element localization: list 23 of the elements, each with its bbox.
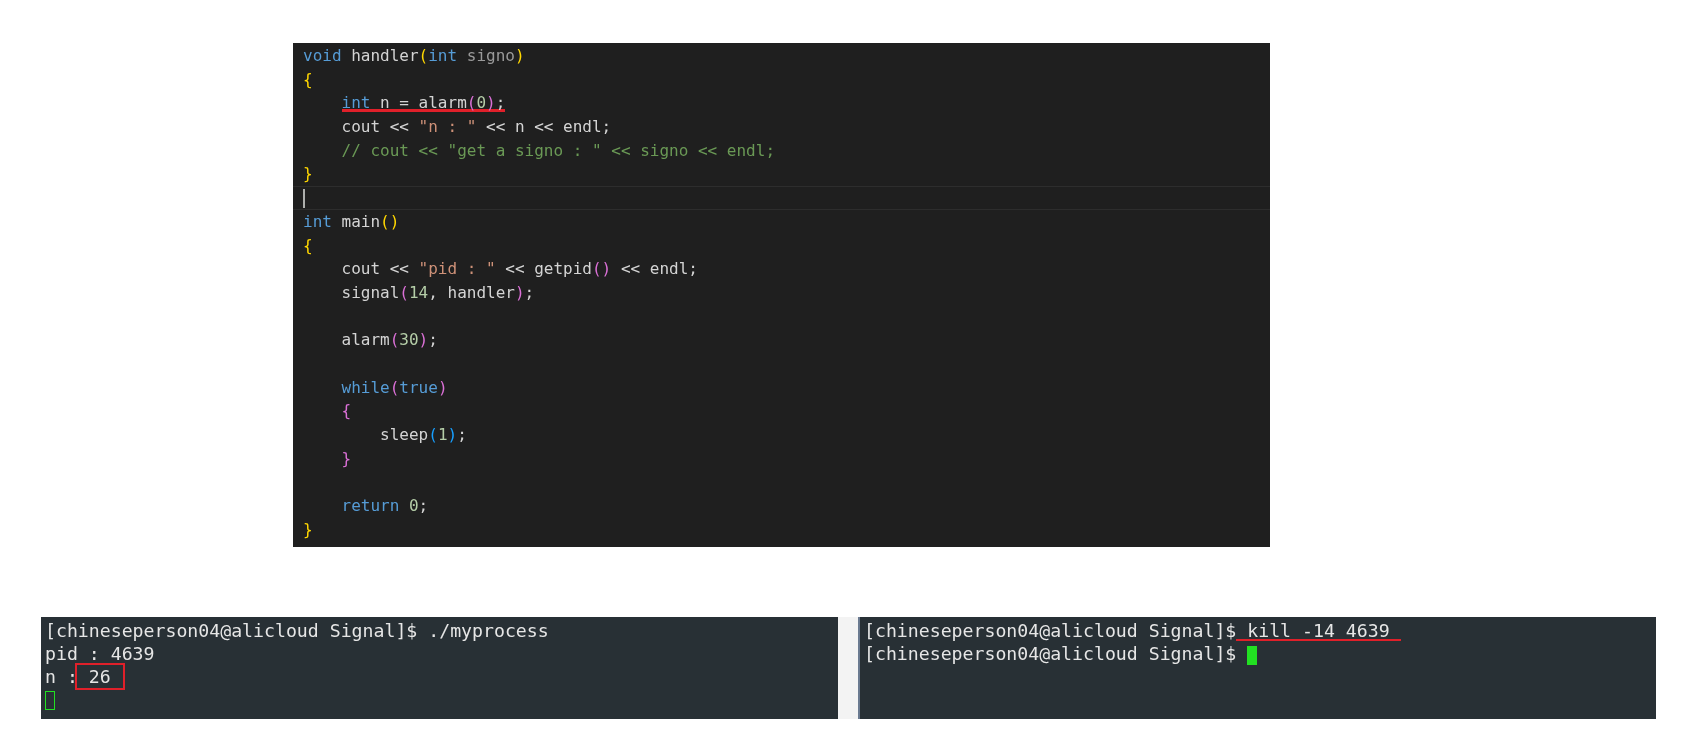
code-line: }: [340, 447, 352, 470]
code-line: sleep(1);: [379, 424, 467, 446]
text-cursor: [303, 189, 305, 209]
code-line: int n = alarm(0);: [340, 92, 506, 115]
code-line: }: [303, 163, 313, 186]
terminal-line: pid : 4639: [45, 643, 156, 666]
code-line: void handler(int signo): [303, 45, 525, 67]
code-line: cout << "n : " << n << endl;: [340, 116, 612, 139]
code-line: // cout << "get a signo : " << signo << endl;: [340, 139, 775, 162]
code-line: cout << "pid : " << getpid() << endl;: [340, 258, 698, 281]
terminal-line: [chineseperson04@alicloud Signal]$ ./myprocess: [45, 620, 550, 644]
code-line: }: [303, 518, 313, 541]
terminal-line: [chineseperson04@alicloud Signal]$ kill -14 4639: [864, 620, 1652, 644]
code-line: signal(14, handler);: [340, 281, 535, 304]
terminal-line: [chineseperson04@alicloud Signal]$: [864, 643, 1652, 666]
code-line: while(true): [340, 376, 448, 399]
code-line: {: [340, 400, 352, 423]
code-line: int main(): [303, 210, 400, 233]
code-line: {: [303, 68, 313, 91]
code-line: return 0;: [340, 495, 429, 518]
code-line: alarm(30);: [340, 329, 438, 352]
terminal-line: n : 26: [45, 665, 834, 689]
code-line: {: [303, 234, 313, 257]
